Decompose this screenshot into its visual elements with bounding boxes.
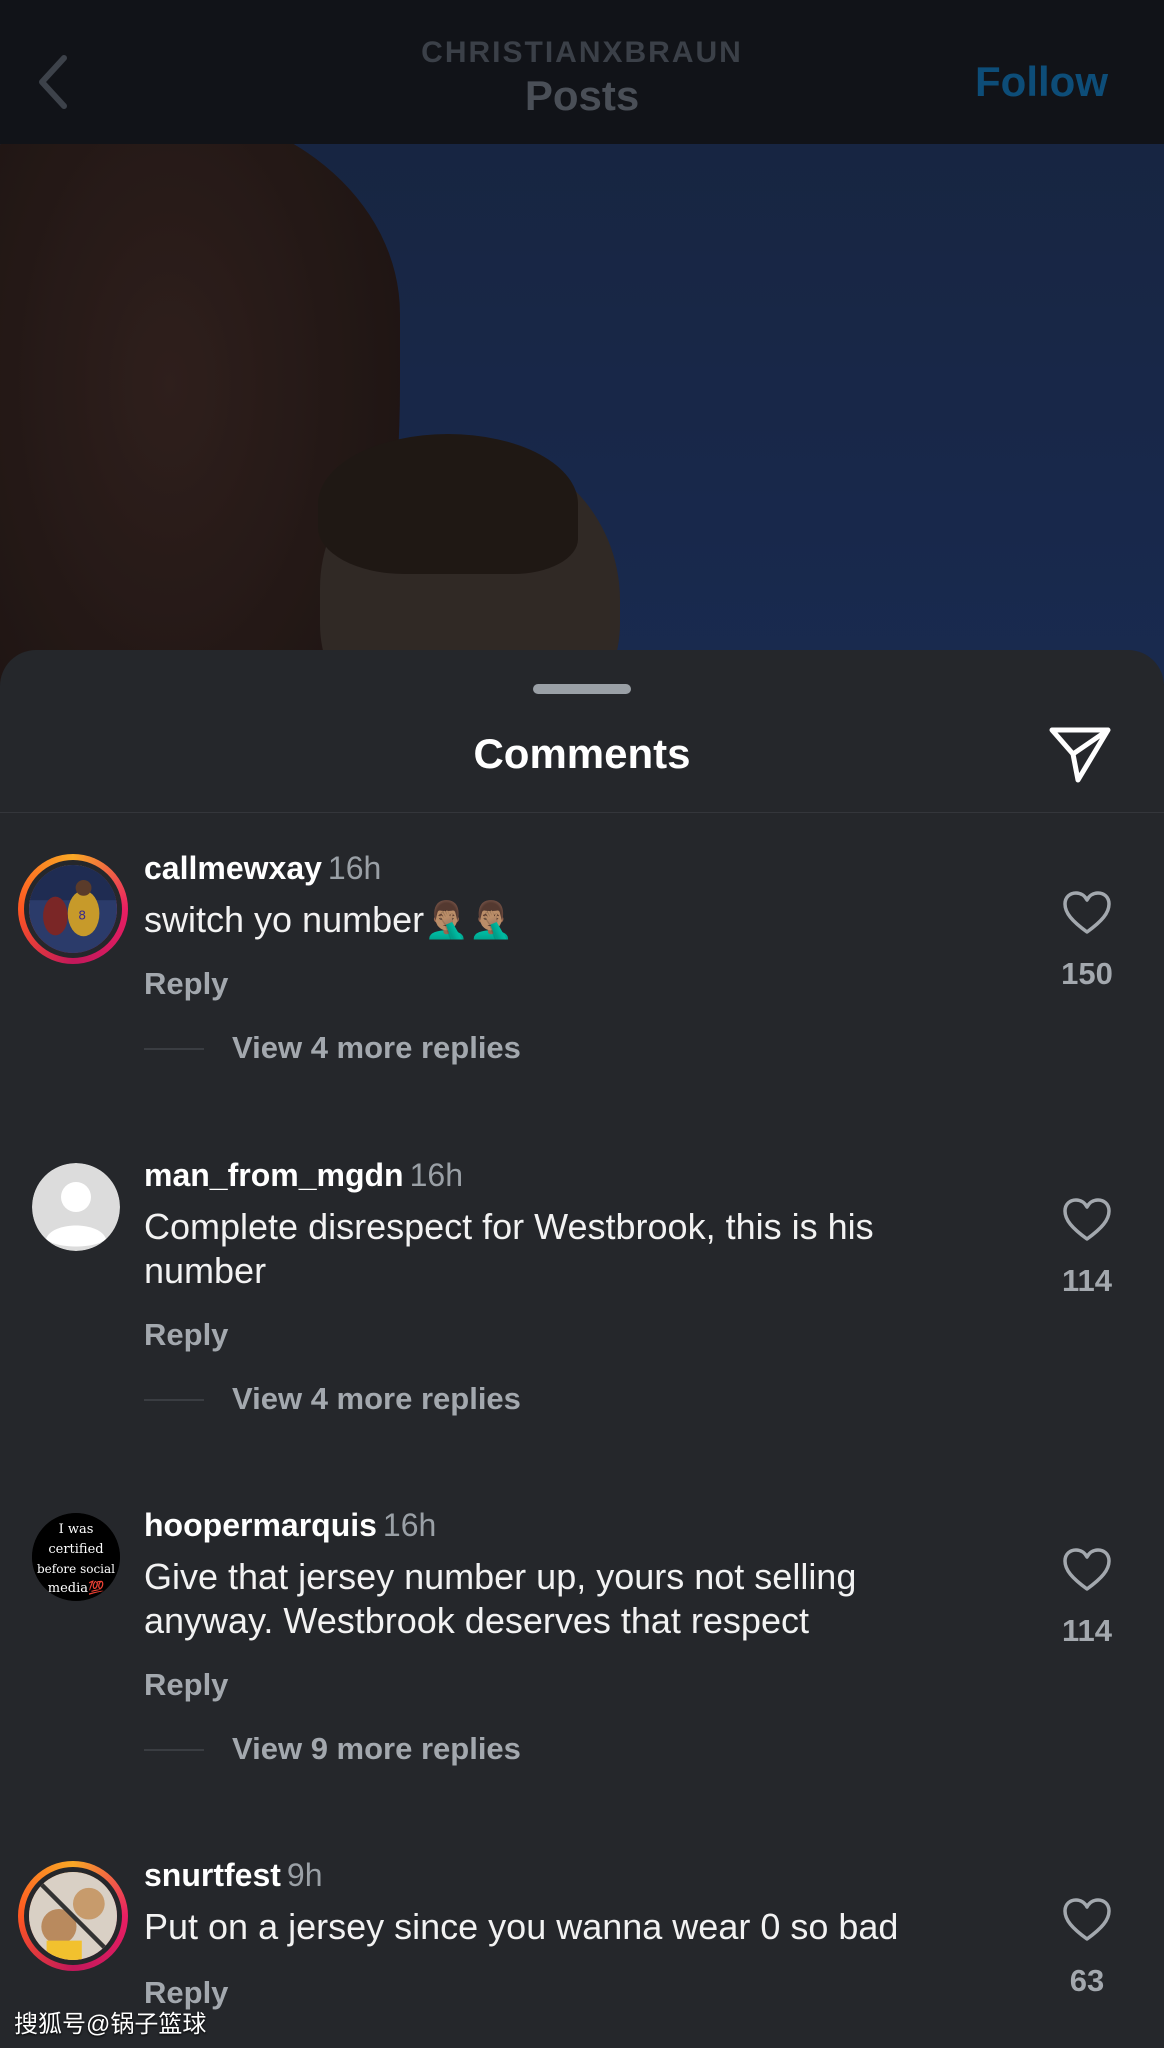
- avatar-photo: 8: [24, 860, 122, 958]
- watermark: 搜狐号@锅子篮球: [14, 2011, 207, 2038]
- chevron-left-icon: [39, 55, 67, 109]
- screen: CHRISTIANXBRAUN Posts Follow Comments 8 …: [0, 0, 1164, 2048]
- heart-outline-icon: [1063, 1198, 1111, 1241]
- like-count: 150: [1061, 956, 1113, 991]
- svg-text:I was: I was: [59, 1522, 94, 1537]
- comment-time: 16h: [409, 1157, 463, 1193]
- svg-text:certified: certified: [48, 1542, 103, 1557]
- account-handle: CHRISTIANXBRAUN: [421, 36, 743, 69]
- svg-text:media💯: media💯: [48, 1580, 104, 1596]
- avatar[interactable]: 8: [18, 854, 128, 964]
- comment-text: Complete disrespect for Westbrook, this …: [144, 1206, 874, 1291]
- sheet-title: Comments: [473, 730, 691, 777]
- comment-time: 9h: [286, 1857, 323, 1893]
- comment-text: Give that jersey number up, yours not se…: [144, 1556, 857, 1641]
- svg-text:8: 8: [78, 909, 86, 923]
- like-button[interactable]: [1062, 890, 1112, 936]
- comment-username[interactable]: callmewxay: [144, 850, 322, 886]
- avatar[interactable]: [32, 1163, 120, 1251]
- like-count: 63: [1069, 1963, 1105, 1998]
- like-count: 114: [1061, 1613, 1112, 1648]
- heart-outline-icon: [1063, 891, 1111, 934]
- comment-header: man_from_mgdn 16h: [144, 1157, 463, 1194]
- reply-button[interactable]: Reply: [144, 1317, 228, 1353]
- avatar[interactable]: I was certified before social media💯: [32, 1513, 120, 1601]
- share-button[interactable]: [1048, 724, 1112, 784]
- comment-header: hoopermarquis 16h: [144, 1507, 436, 1544]
- svg-text:before social: before social: [37, 1562, 115, 1576]
- avatar-photo: [24, 1867, 122, 1965]
- page-title: Posts: [524, 72, 640, 119]
- avatar[interactable]: [18, 1861, 128, 1971]
- reply-button[interactable]: Reply: [144, 966, 228, 1002]
- paper-plane-icon: [1049, 727, 1111, 783]
- comment-text: switch yo number🤦🏽‍♂️🤦🏽‍♂️: [144, 899, 514, 940]
- view-more-replies[interactable]: View 4 more replies: [232, 1030, 521, 1066]
- comment-time: 16h: [327, 850, 382, 886]
- comment-text: Put on a jersey since you wanna wear 0 s…: [144, 1906, 899, 1947]
- top-header: CHRISTIANXBRAUN Posts Follow: [0, 0, 1164, 144]
- post-image: [0, 144, 1164, 684]
- view-more-replies[interactable]: View 9 more replies: [232, 1731, 521, 1767]
- avatar-text-image: I was certified before social media💯: [32, 1513, 120, 1601]
- like-button[interactable]: [1062, 1197, 1112, 1243]
- like-button[interactable]: [1062, 1897, 1112, 1943]
- header-titles: CHRISTIANXBRAUN Posts: [332, 36, 832, 120]
- comment-username[interactable]: snurtfest: [144, 1857, 281, 1893]
- heart-outline-icon: [1063, 1898, 1111, 1941]
- like-button[interactable]: [1062, 1547, 1112, 1593]
- comment-header: callmewxay 16h: [144, 850, 381, 887]
- comment-header: snurtfest 9h: [144, 1857, 323, 1894]
- sheet-grabber[interactable]: [533, 684, 631, 694]
- reply-button[interactable]: Reply: [144, 1667, 228, 1703]
- comment-time: 16h: [382, 1507, 437, 1543]
- back-button[interactable]: [28, 50, 76, 114]
- replies-divider: [144, 1048, 204, 1050]
- follow-button[interactable]: Follow: [975, 58, 1108, 106]
- comments-sheet: Comments 8 callmewxay 16h switch yo numb…: [0, 650, 1164, 2048]
- heart-outline-icon: [1063, 1548, 1111, 1591]
- comment-username[interactable]: man_from_mgdn: [144, 1157, 404, 1193]
- replies-divider: [144, 1749, 204, 1751]
- like-count: 114: [1061, 1263, 1112, 1298]
- default-avatar-icon: [32, 1163, 120, 1251]
- view-more-replies[interactable]: View 4 more replies: [232, 1381, 521, 1417]
- comment-username[interactable]: hoopermarquis: [144, 1507, 377, 1543]
- image-dim-overlay: [0, 144, 1164, 684]
- sheet-divider: [0, 812, 1164, 813]
- replies-divider: [144, 1399, 204, 1401]
